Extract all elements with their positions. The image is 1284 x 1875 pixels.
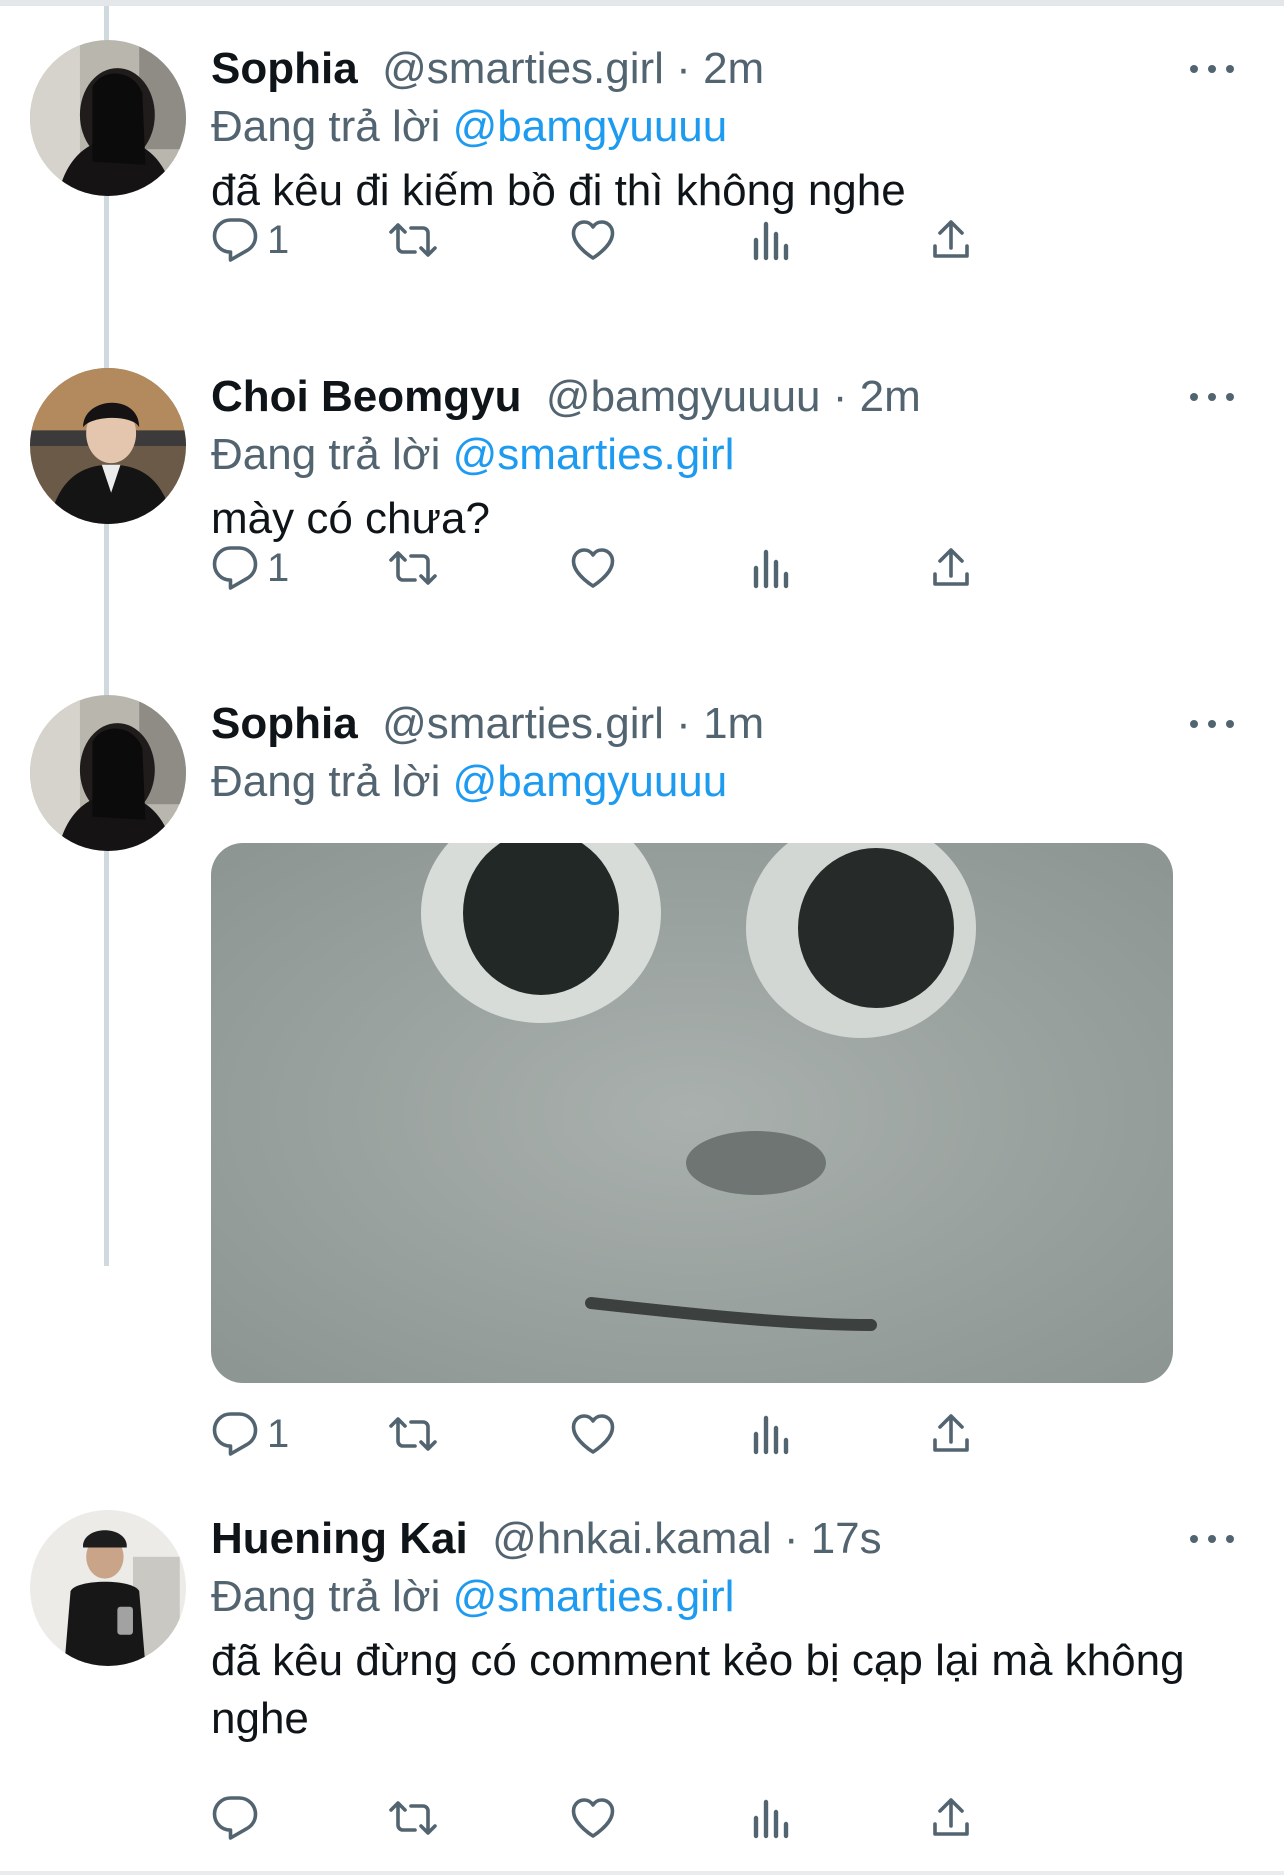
display-name[interactable]: Huening Kai: [211, 1514, 468, 1563]
reply-mention[interactable]: @bamgyuuuu: [453, 757, 728, 806]
tweet-actions: 1: [211, 538, 1151, 598]
reply-prefix: Đang trả lời: [211, 430, 441, 479]
reply-button[interactable]: 1: [211, 538, 289, 598]
reply-button[interactable]: [211, 1788, 267, 1848]
share-icon: [933, 548, 969, 586]
retweet-button[interactable]: [389, 1404, 437, 1464]
share-button[interactable]: [927, 1404, 975, 1464]
views-icon: [753, 1415, 789, 1455]
tweet-actions: 1: [211, 1404, 1151, 1464]
reply-button[interactable]: 1: [211, 1404, 289, 1464]
avatar[interactable]: [30, 1510, 186, 1666]
tweet-text: đã kêu đừng có comment kẻo bị cạp lại mà…: [211, 1636, 1185, 1743]
more-icon[interactable]: [1190, 1510, 1234, 1568]
like-icon: [571, 1798, 615, 1838]
retweet-icon: [389, 1417, 437, 1451]
views-icon: [753, 1799, 789, 1839]
tweet[interactable]: Choi Beomgyu @bamgyuuuu · 2m Đang trả lờ…: [0, 368, 1284, 688]
share-icon: [933, 220, 969, 258]
retweet-icon: [389, 223, 437, 257]
reply-context: Đang trả lời @smarties.girl: [211, 1568, 1244, 1626]
share-button[interactable]: [927, 210, 975, 270]
more-icon[interactable]: [1190, 695, 1234, 753]
more-icon[interactable]: [1190, 368, 1234, 426]
timestamp[interactable]: 1m: [703, 699, 764, 748]
user-handle[interactable]: @hnkai.kamal: [492, 1514, 771, 1563]
reply-prefix: Đang trả lời: [211, 1572, 441, 1621]
tweet[interactable]: Huening Kai @hnkai.kamal · 17s Đang trả …: [0, 1510, 1284, 1800]
bottom-divider: [0, 1871, 1284, 1875]
reply-mention[interactable]: @smarties.girl: [453, 430, 735, 479]
display-name[interactable]: Sophia: [211, 44, 358, 93]
share-icon: [933, 1798, 969, 1836]
like-icon: [571, 220, 615, 260]
reply-context: Đang trả lời @bamgyuuuu: [211, 753, 1244, 811]
reply-prefix: Đang trả lời: [211, 757, 441, 806]
retweet-icon: [389, 551, 437, 585]
display-name[interactable]: Sophia: [211, 699, 358, 748]
share-button[interactable]: [927, 1788, 975, 1848]
tweet-actions: [211, 1788, 1151, 1848]
reply-button[interactable]: 1: [211, 210, 289, 270]
user-handle[interactable]: @bamgyuuuu: [546, 372, 821, 421]
views-icon: [753, 549, 789, 589]
like-button[interactable]: [569, 538, 617, 598]
avatar[interactable]: [30, 368, 186, 524]
reply-count: 1: [267, 217, 290, 262]
views-button[interactable]: [748, 538, 796, 598]
tweet-actions: 1: [211, 210, 1151, 270]
timestamp[interactable]: 2m: [703, 44, 764, 93]
reply-context: Đang trả lời @bamgyuuuu: [211, 98, 1244, 156]
reply-icon: [212, 1796, 258, 1840]
reply-icon: [212, 218, 258, 262]
tweet-header: Choi Beomgyu @bamgyuuuu · 2m: [211, 368, 1244, 426]
separator: ·: [663, 699, 704, 748]
reply-mention[interactable]: @bamgyuuuu: [453, 102, 728, 151]
like-icon: [571, 1414, 615, 1454]
reply-mention[interactable]: @smarties.girl: [453, 1572, 735, 1621]
views-icon: [753, 221, 789, 261]
reply-icon: [212, 1412, 258, 1456]
reply-icon: [212, 546, 258, 590]
reply-count: 1: [267, 1411, 290, 1456]
share-button[interactable]: [927, 538, 975, 598]
reply-context: Đang trả lời @smarties.girl: [211, 426, 1244, 484]
separator: ·: [820, 372, 860, 421]
tweet[interactable]: Sophia @smarties.girl · 2m Đang trả lời …: [0, 40, 1284, 360]
retweet-button[interactable]: [389, 538, 437, 598]
separator: ·: [663, 44, 704, 93]
timestamp[interactable]: 2m: [860, 372, 921, 421]
user-handle[interactable]: @smarties.girl: [382, 699, 664, 748]
views-button[interactable]: [748, 1788, 796, 1848]
share-icon: [933, 1414, 969, 1452]
reply-count: 1: [267, 545, 290, 590]
views-button[interactable]: [748, 210, 796, 270]
like-button[interactable]: [569, 210, 617, 270]
more-icon[interactable]: [1190, 40, 1234, 98]
tweet-media-image[interactable]: [211, 843, 1173, 1383]
tweet-header: Sophia @smarties.girl · 2m: [211, 40, 1244, 98]
like-button[interactable]: [569, 1788, 617, 1848]
timestamp[interactable]: 17s: [811, 1514, 882, 1563]
tweet-header: Huening Kai @hnkai.kamal · 17s: [211, 1510, 1244, 1568]
like-icon: [571, 548, 615, 588]
display-name[interactable]: Choi Beomgyu: [211, 372, 521, 421]
retweet-icon: [389, 1801, 437, 1835]
retweet-button[interactable]: [389, 1788, 437, 1848]
avatar[interactable]: [30, 695, 186, 851]
views-button[interactable]: [748, 1404, 796, 1464]
avatar[interactable]: [30, 40, 186, 196]
separator: ·: [771, 1514, 811, 1563]
like-button[interactable]: [569, 1404, 617, 1464]
tweet-header: Sophia @smarties.girl · 1m: [211, 695, 1244, 753]
retweet-button[interactable]: [389, 210, 437, 270]
top-divider: [0, 0, 1284, 6]
reply-prefix: Đang trả lời: [211, 102, 441, 151]
user-handle[interactable]: @smarties.girl: [382, 44, 664, 93]
